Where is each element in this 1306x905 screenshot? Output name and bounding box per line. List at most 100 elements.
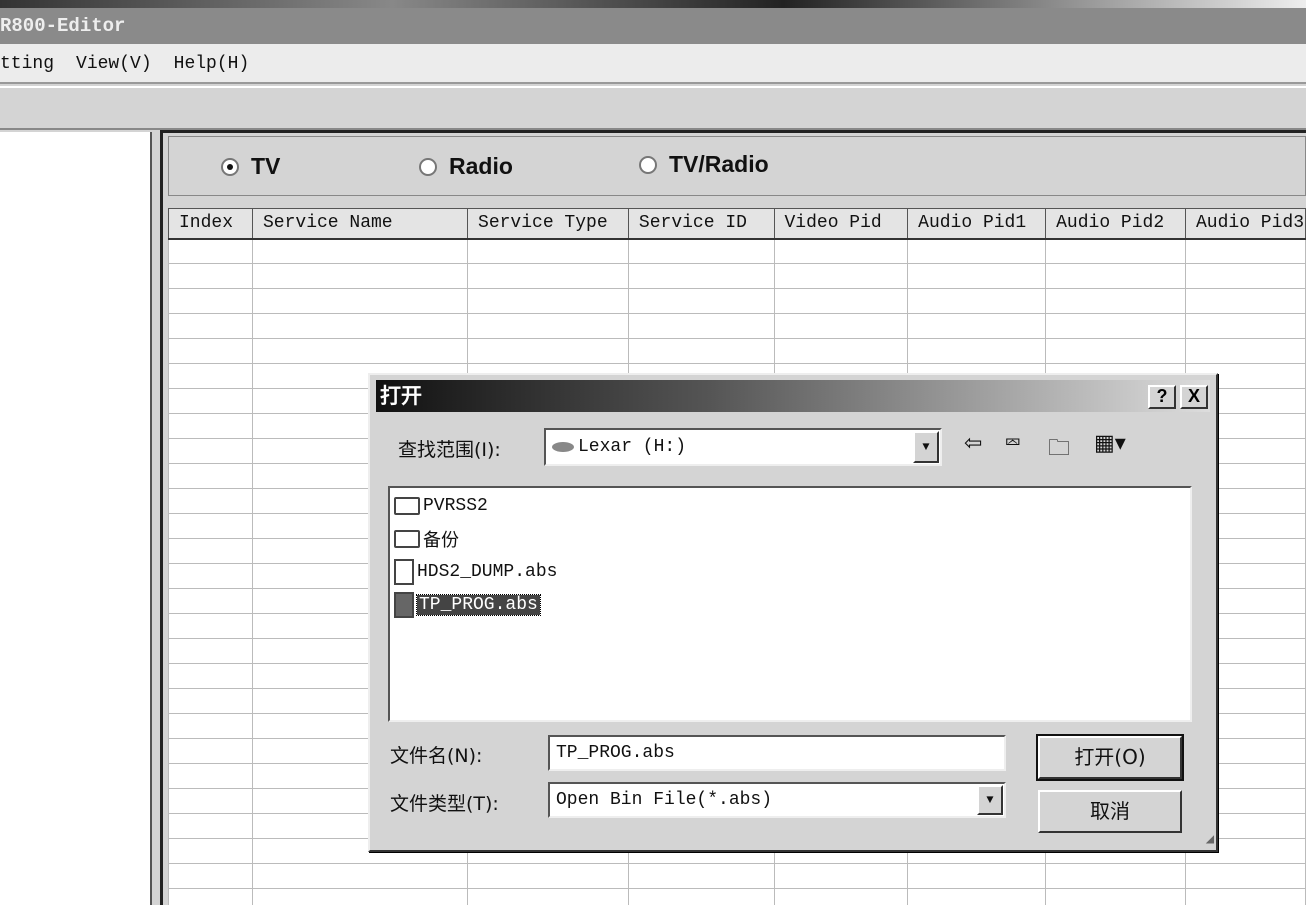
table-cell[interactable] <box>168 663 253 689</box>
table-cell[interactable] <box>168 563 253 589</box>
table-row[interactable] <box>168 263 1306 289</box>
back-icon[interactable]: ⇦ <box>964 431 982 456</box>
table-cell[interactable] <box>168 788 253 814</box>
table-row[interactable] <box>168 288 1306 314</box>
table-cell[interactable] <box>251 263 469 289</box>
file-item-folder[interactable]: 备份 <box>394 524 459 554</box>
table-row[interactable] <box>168 888 1306 905</box>
table-row[interactable] <box>168 313 1306 339</box>
col-service-type[interactable]: Service Type <box>467 208 629 240</box>
table-cell[interactable] <box>773 888 909 905</box>
table-cell[interactable] <box>168 388 253 414</box>
table-cell[interactable] <box>1045 263 1186 289</box>
menu-view[interactable]: View(V) <box>76 54 152 74</box>
table-cell[interactable] <box>907 263 1047 289</box>
table-cell[interactable] <box>907 313 1047 339</box>
table-cell[interactable] <box>467 263 629 289</box>
table-cell[interactable] <box>1045 313 1186 339</box>
table-cell[interactable] <box>168 263 253 289</box>
table-cell[interactable] <box>1045 338 1186 364</box>
table-cell[interactable] <box>1045 238 1186 264</box>
table-cell[interactable] <box>773 338 909 364</box>
file-item-folder[interactable]: PVRSS2 <box>394 491 488 521</box>
table-cell[interactable] <box>907 338 1047 364</box>
col-index[interactable]: Index <box>168 208 253 240</box>
col-audio-pid2[interactable]: Audio Pid2 <box>1045 208 1186 240</box>
table-cell[interactable] <box>168 688 253 714</box>
table-cell[interactable] <box>1185 263 1306 289</box>
table-cell[interactable] <box>168 713 253 739</box>
table-cell[interactable] <box>773 863 909 889</box>
file-list[interactable]: PVRSS2 备份 HDS2_DUMP.abs TP_PROG.abs <box>388 486 1192 722</box>
radio-radio[interactable]: Radio <box>419 153 513 180</box>
table-cell[interactable] <box>627 338 775 364</box>
table-cell[interactable] <box>467 888 629 905</box>
left-tree-pane[interactable] <box>0 132 152 905</box>
file-item-file-selected[interactable]: TP_PROG.abs <box>394 590 541 620</box>
table-cell[interactable] <box>168 238 253 264</box>
open-button[interactable]: 打开(O) <box>1036 734 1184 781</box>
radio-tv-radio[interactable]: TV/Radio <box>639 151 769 178</box>
col-service-id[interactable]: Service ID <box>627 208 775 240</box>
table-cell[interactable] <box>1045 288 1186 314</box>
cancel-button[interactable]: 取消 <box>1038 790 1182 833</box>
table-cell[interactable] <box>467 238 629 264</box>
new-folder-icon[interactable]: 🗀 <box>1048 431 1070 469</box>
table-cell[interactable] <box>907 888 1047 905</box>
resize-grip-icon[interactable]: ◢ <box>1206 831 1214 848</box>
table-cell[interactable] <box>168 438 253 464</box>
col-audio-pid3[interactable]: Audio Pid3 <box>1185 208 1306 240</box>
table-cell[interactable] <box>168 488 253 514</box>
table-cell[interactable] <box>168 338 253 364</box>
table-cell[interactable] <box>168 413 253 439</box>
table-cell[interactable] <box>168 738 253 764</box>
look-in-select[interactable]: Lexar (H:) ▼ <box>544 428 942 466</box>
table-cell[interactable] <box>467 338 629 364</box>
table-cell[interactable] <box>168 838 253 864</box>
table-cell[interactable] <box>251 338 469 364</box>
table-cell[interactable] <box>168 863 253 889</box>
col-video-pid[interactable]: Video Pid <box>773 208 909 240</box>
table-cell[interactable] <box>168 888 253 905</box>
view-menu-icon[interactable]: ▦▾ <box>1094 431 1126 456</box>
table-cell[interactable] <box>168 813 253 839</box>
table-cell[interactable] <box>168 363 253 389</box>
table-cell[interactable] <box>467 313 629 339</box>
table-cell[interactable] <box>251 238 469 264</box>
table-cell[interactable] <box>251 888 469 905</box>
table-cell[interactable] <box>627 238 775 264</box>
table-cell[interactable] <box>907 288 1047 314</box>
table-cell[interactable] <box>168 638 253 664</box>
chevron-down-icon[interactable]: ▼ <box>913 431 939 463</box>
table-cell[interactable] <box>467 863 629 889</box>
table-cell[interactable] <box>773 263 909 289</box>
up-folder-icon[interactable]: ⮹ <box>1004 431 1022 456</box>
table-cell[interactable] <box>168 763 253 789</box>
filetype-select[interactable]: Open Bin File(*.abs) ▼ <box>548 782 1006 818</box>
menu-setting[interactable]: tting <box>0 54 54 74</box>
close-button[interactable]: X <box>1180 385 1208 409</box>
table-cell[interactable] <box>1185 238 1306 264</box>
filename-input[interactable]: TP_PROG.abs <box>548 735 1006 771</box>
file-item-file[interactable]: HDS2_DUMP.abs <box>394 557 557 587</box>
table-cell[interactable] <box>1045 888 1186 905</box>
table-cell[interactable] <box>627 263 775 289</box>
table-cell[interactable] <box>168 288 253 314</box>
table-cell[interactable] <box>168 513 253 539</box>
table-cell[interactable] <box>773 238 909 264</box>
table-cell[interactable] <box>1185 338 1306 364</box>
table-cell[interactable] <box>251 863 469 889</box>
table-cell[interactable] <box>627 313 775 339</box>
table-cell[interactable] <box>168 313 253 339</box>
table-cell[interactable] <box>251 288 469 314</box>
table-cell[interactable] <box>773 288 909 314</box>
table-cell[interactable] <box>627 888 775 905</box>
table-cell[interactable] <box>467 288 629 314</box>
table-cell[interactable] <box>907 863 1047 889</box>
table-cell[interactable] <box>1185 888 1306 905</box>
col-service-name[interactable]: Service Name <box>251 208 469 240</box>
table-cell[interactable] <box>251 313 469 339</box>
help-button[interactable]: ? <box>1148 385 1176 409</box>
table-row[interactable] <box>168 338 1306 364</box>
table-cell[interactable] <box>168 613 253 639</box>
